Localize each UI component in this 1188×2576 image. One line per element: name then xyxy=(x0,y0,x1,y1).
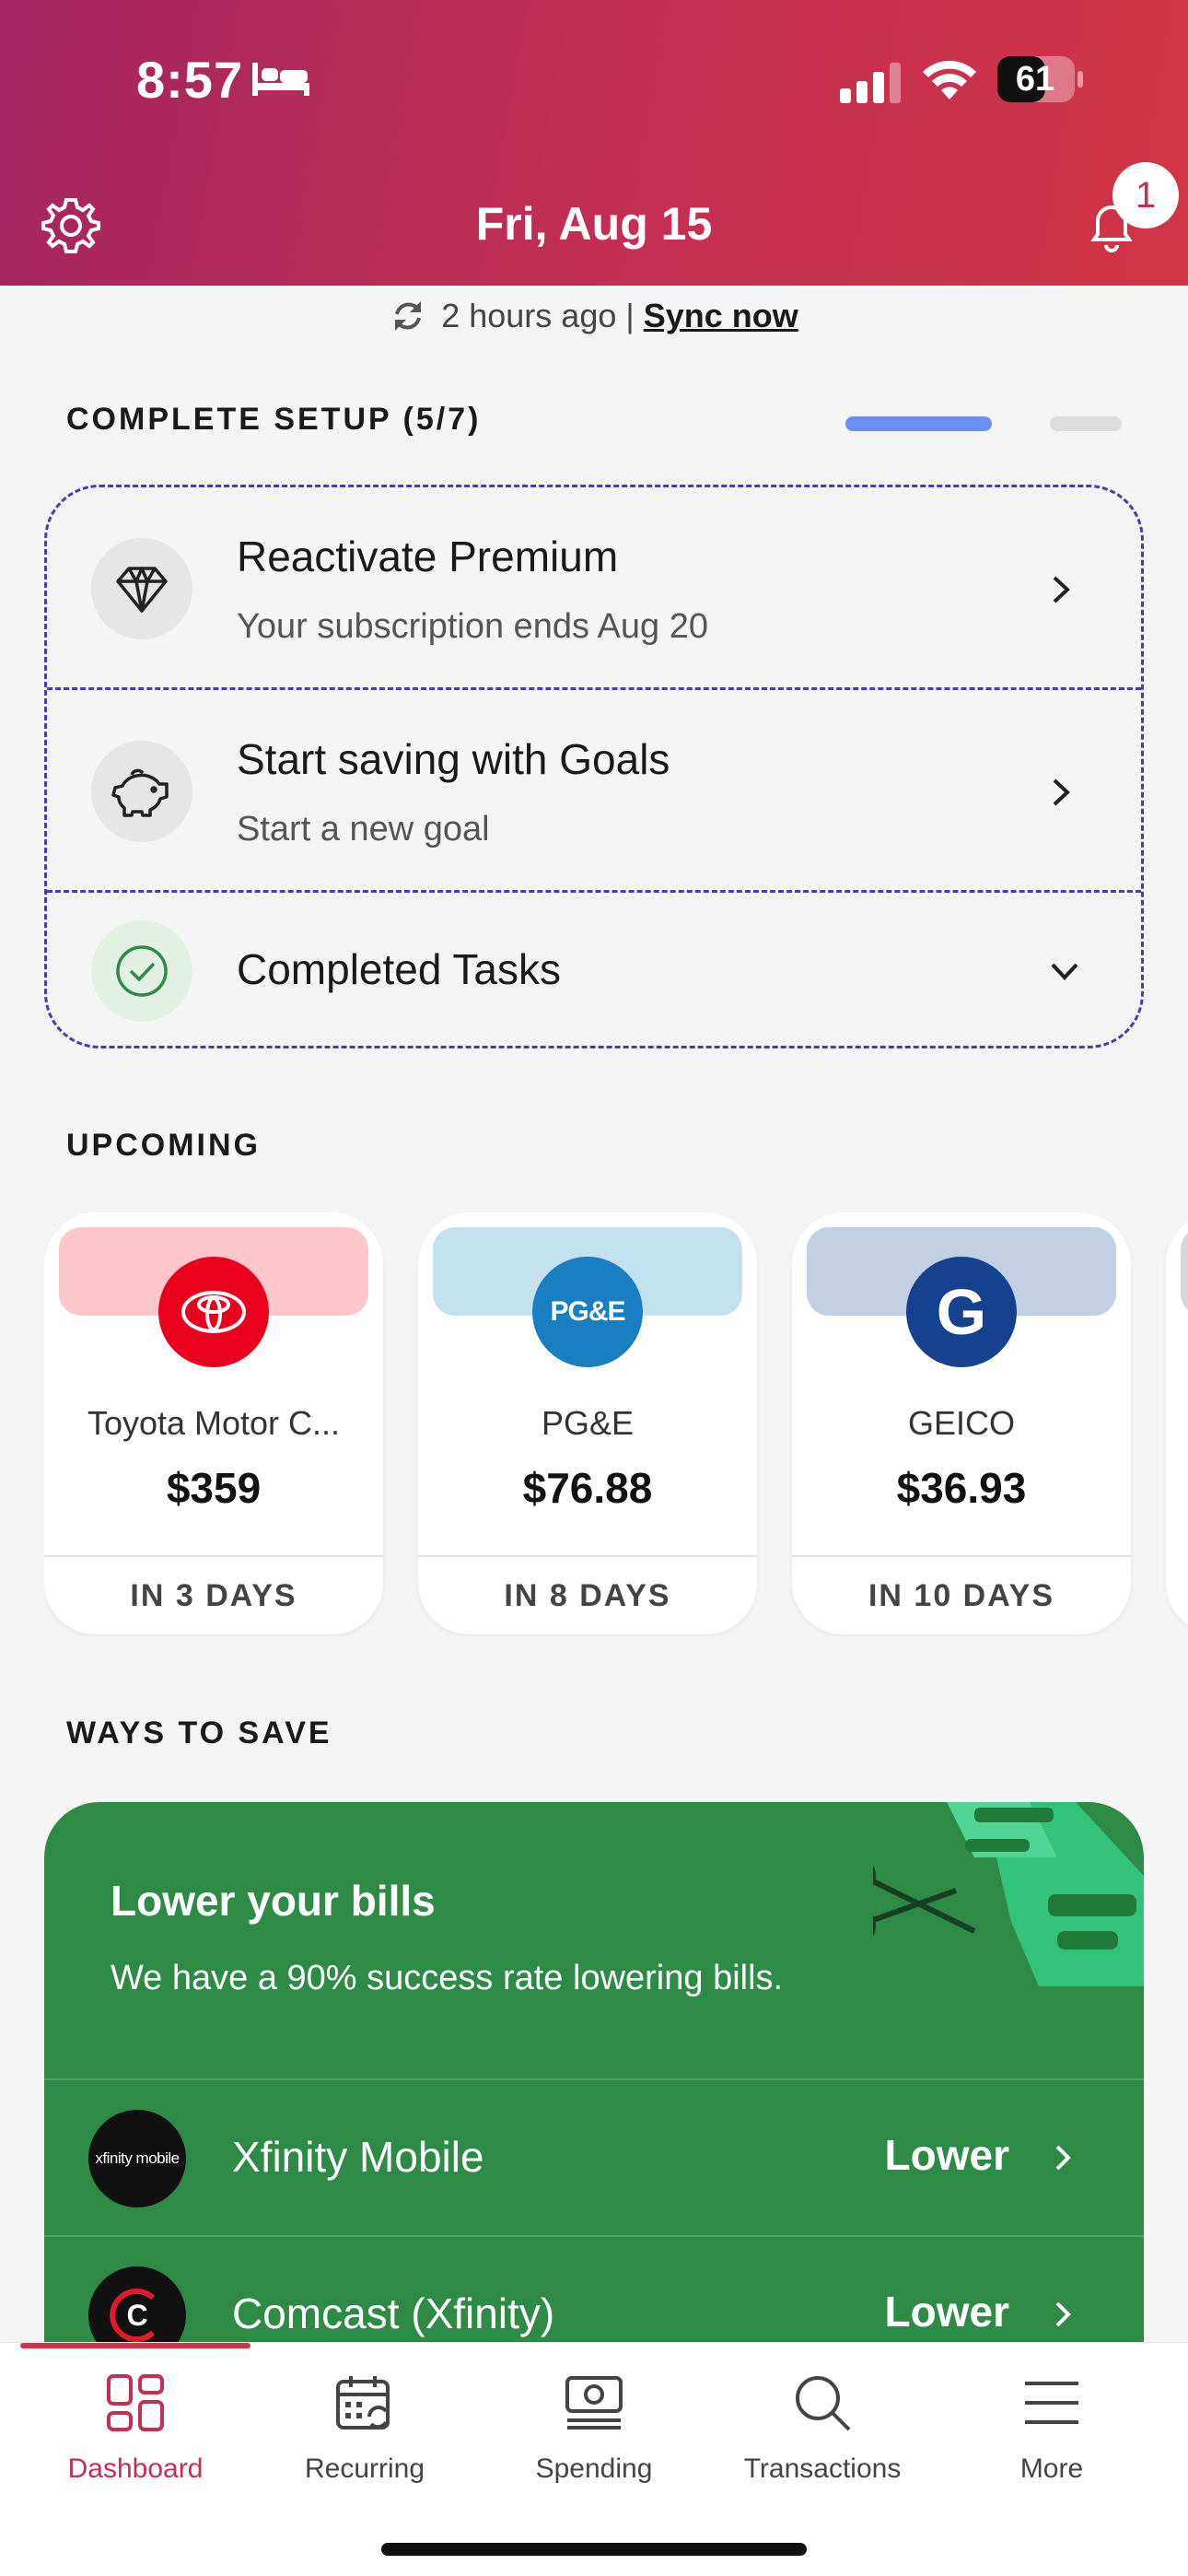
wifi-icon xyxy=(923,60,976,100)
pge-logo-icon: PG&E xyxy=(532,1257,643,1367)
piggy-bank-icon xyxy=(91,741,192,842)
notification-badge[interactable]: 1 xyxy=(1112,162,1179,228)
lower-bills-subtitle: We have a 90% success rate lowering bill… xyxy=(111,1959,784,1997)
cell-signal-icon xyxy=(840,63,901,103)
bill-name: PG&E xyxy=(541,1404,635,1442)
setup-item-subtitle: Your subscription ends Aug 20 xyxy=(237,607,708,646)
bill-name: Toyota Motor C... xyxy=(87,1404,341,1442)
tab-spending[interactable]: Spending xyxy=(493,2371,695,2485)
bill-card-toyota[interactable]: Toyota Motor C... $359 IN 3 DAYS xyxy=(44,1212,383,1634)
status-bar: 8:57 61 xyxy=(0,46,1188,120)
tab-label: More xyxy=(1019,2453,1084,2484)
progress-track xyxy=(1050,416,1122,431)
header-date: Fri, Aug 15 xyxy=(475,198,713,250)
lower-action[interactable]: Lower xyxy=(885,2130,1009,2180)
provider-row-comcast[interactable]: C Comcast (Xfinity) Lower xyxy=(44,2235,1144,2355)
chevron-right-icon xyxy=(1053,779,1070,806)
geico-logo-text: G xyxy=(936,1276,987,1348)
upcoming-section-title: UPCOMING xyxy=(66,1128,261,1163)
toyota-logo-icon xyxy=(158,1257,269,1367)
menu-hamburger-icon xyxy=(1025,2382,1078,2424)
sync-time-text: 2 hours ago | xyxy=(441,297,635,334)
completed-tasks-title: Completed Tasks xyxy=(237,945,561,993)
bill-amount: $359 xyxy=(166,1464,262,1512)
scissors-bill-icon xyxy=(873,1802,1144,1986)
app-header: 8:57 61 Fri, Aug 15 1 xyxy=(0,0,1188,286)
comcast-logo-letter: C xyxy=(126,2299,147,2332)
lower-bills-title: Lower your bills xyxy=(111,1877,436,1925)
tab-more[interactable]: More xyxy=(950,2371,1153,2485)
setup-progress-bar xyxy=(845,416,1122,431)
chevron-right-icon xyxy=(1055,2145,1071,2171)
progress-fill xyxy=(845,416,992,431)
tab-recurring[interactable]: Recurring xyxy=(263,2371,466,2485)
bill-due: IN 10 DAYS xyxy=(792,1555,1131,1634)
setup-item-subtitle: Start a new goal xyxy=(237,810,490,849)
setup-item-reactivate-premium[interactable]: Reactivate Premium Your subscription end… xyxy=(47,487,1141,690)
geico-logo-icon: G xyxy=(906,1257,1017,1367)
lower-bills-card[interactable]: Lower your bills We have a 90% success r… xyxy=(44,1802,1144,2355)
tab-label: Transactions xyxy=(743,2453,902,2484)
home-indicator[interactable] xyxy=(381,2543,807,2556)
bill-due: IN 8 DAYS xyxy=(418,1555,757,1634)
setup-item-goals[interactable]: Start saving with Goals Start a new goal xyxy=(47,690,1141,893)
sync-status: 2 hours ago | Sync now xyxy=(0,293,1188,339)
sync-icon xyxy=(395,301,422,331)
setup-item-title: Start saving with Goals xyxy=(237,735,670,783)
bill-amount: $76.88 xyxy=(522,1464,653,1512)
diamond-icon xyxy=(91,538,192,639)
xfinity-logo-text: xfinity mobile xyxy=(95,2149,180,2167)
pge-logo-text: PG&E xyxy=(550,1296,625,1327)
provider-row-xfinity-mobile[interactable]: xfinity mobile Xfinity Mobile Lower xyxy=(44,2078,1144,2235)
bill-name: GEICO xyxy=(907,1404,1015,1442)
provider-name: Comcast (Xfinity) xyxy=(232,2289,555,2337)
tab-label: Dashboard xyxy=(67,2453,204,2484)
active-tab-indicator xyxy=(20,2343,250,2348)
chevron-right-icon xyxy=(1053,576,1070,603)
bill-due: IN 3 DAYS xyxy=(44,1555,383,1634)
setup-item-title: Reactivate Premium xyxy=(237,533,619,580)
setup-card: Reactivate Premium Your subscription end… xyxy=(44,485,1144,1048)
ways-to-save-title: WAYS TO SAVE xyxy=(66,1715,332,1751)
bill-card-pge[interactable]: PG&E PG&E $76.88 IN 8 DAYS xyxy=(418,1212,757,1634)
tab-dashboard[interactable]: Dashboard xyxy=(34,2371,237,2485)
recurring-calendar-icon xyxy=(336,2376,390,2430)
search-icon xyxy=(796,2376,851,2431)
battery-level: 61 xyxy=(1015,60,1055,99)
tab-label: Recurring xyxy=(304,2453,425,2484)
chevron-right-icon xyxy=(1055,2301,1071,2327)
bill-amount: $36.93 xyxy=(896,1464,1027,1512)
bottom-tab-bar: Dashboard Recurring Spending Transaction… xyxy=(0,2342,1188,2576)
check-circle-icon xyxy=(91,920,192,1022)
dashboard-grid-icon xyxy=(107,2374,164,2431)
sleep-mode-icon xyxy=(252,63,309,96)
provider-name: Xfinity Mobile xyxy=(232,2133,484,2181)
bill-card-geico[interactable]: G GEICO $36.93 IN 10 DAYS xyxy=(792,1212,1131,1634)
upcoming-bills-carousel[interactable]: Toyota Motor C... $359 IN 3 DAYS PG&E PG… xyxy=(44,1212,1188,1636)
bill-card-partial[interactable] xyxy=(1166,1212,1188,1634)
tab-transactions[interactable]: Transactions xyxy=(721,2371,924,2485)
lower-action[interactable]: Lower xyxy=(885,2287,1009,2336)
xfinity-mobile-logo-icon: xfinity mobile xyxy=(88,2110,186,2207)
status-time: 8:57 xyxy=(136,51,244,109)
completed-tasks-toggle[interactable]: Completed Tasks xyxy=(47,893,1141,1049)
spending-cash-icon xyxy=(565,2376,623,2430)
bill-color-band xyxy=(1181,1227,1188,1316)
sync-now-link[interactable]: Sync now xyxy=(644,297,798,334)
tab-label: Spending xyxy=(535,2453,653,2484)
setup-section-title: COMPLETE SETUP (5/7) xyxy=(66,402,482,437)
chevron-down-icon xyxy=(1051,963,1078,980)
